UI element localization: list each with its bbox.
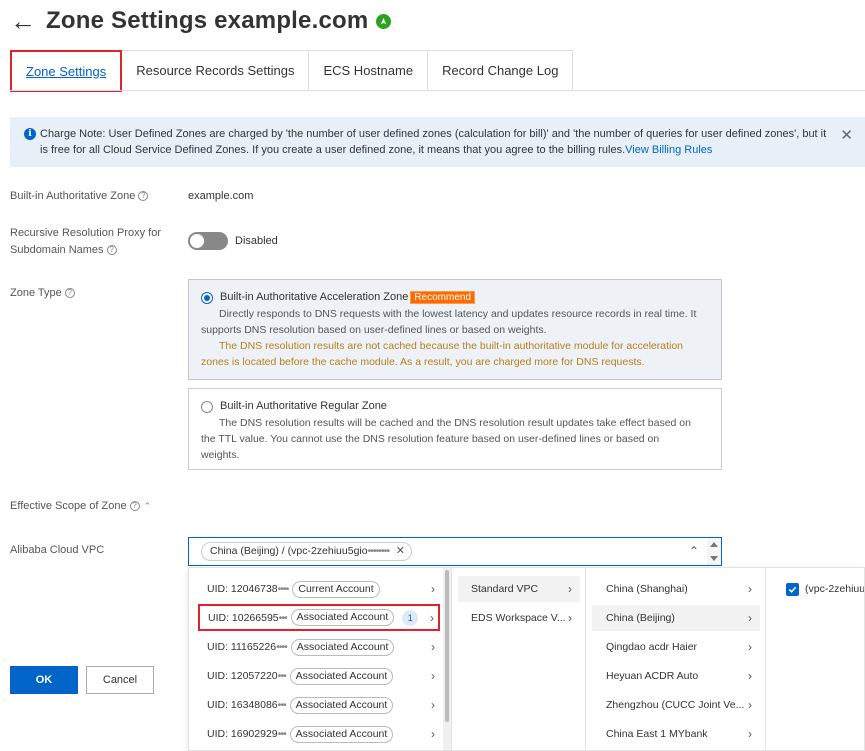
page-title: Zone Settings example.com (46, 7, 369, 34)
checkbox-checked[interactable] (786, 582, 799, 596)
page-header: ← Zone Settings example.com (10, 6, 392, 36)
chevron-right-icon: › (748, 727, 752, 741)
zone-type-option-acceleration[interactable]: Built-in Authoritative Acceleration Zone… (188, 279, 722, 380)
tab-bar: Zone Settings Resource Records Settings … (10, 50, 574, 92)
ok-button[interactable]: OK (10, 666, 78, 694)
charge-notice: i Charge Note: User Defined Zones are ch… (10, 117, 865, 167)
vpc-list-column: (vpc-2zehiuu (765, 568, 864, 750)
account-type-badge: Associated Account (289, 696, 394, 714)
chevron-right-icon: › (568, 582, 572, 596)
account-item[interactable]: UID: 16348086 ••• Associated Account › (207, 692, 443, 718)
scrollbar[interactable] (707, 538, 721, 565)
recommend-badge: Recommend (410, 291, 476, 304)
account-type-badge: Associated Account (290, 638, 395, 656)
chevron-right-icon: › (748, 611, 752, 625)
auth-zone-label: Built-in Authoritative Zone? (10, 188, 149, 205)
help-icon[interactable]: ? (106, 245, 117, 256)
vpc-type-item-selected[interactable]: Standard VPC › (458, 576, 580, 602)
account-type-badge: Current Account (292, 580, 380, 598)
option-title: Built-in Authoritative Acceleration Zone… (220, 291, 476, 304)
vpc-type-column: Standard VPC › EDS Workspace V... › (451, 568, 585, 750)
help-icon[interactable]: ? (129, 501, 140, 512)
chevron-right-icon: › (748, 698, 752, 712)
vpc-label: Alibaba Cloud VPC (10, 544, 105, 556)
chevron-right-icon: › (431, 727, 435, 741)
info-icon: i (24, 128, 36, 140)
view-billing-rules-link[interactable]: View Billing Rules (625, 144, 712, 156)
option-description: The DNS resolution results will be cache… (201, 417, 691, 461)
account-item[interactable]: UID: 12046738 •••• Current Account › (207, 576, 443, 602)
recursive-label: Recursive Resolution Proxy for Subdomain… (10, 227, 162, 256)
chevron-right-icon: › (430, 610, 434, 625)
chevron-right-icon: › (431, 640, 435, 654)
radio-button[interactable] (201, 401, 213, 413)
recursive-toggle-row: Disabled (188, 232, 278, 250)
region-item[interactable]: Qingdao acdr Haier › (592, 634, 760, 660)
chevron-right-icon: › (748, 669, 752, 683)
region-item-selected[interactable]: China (Beijing) › (592, 605, 760, 631)
close-icon[interactable]: ✕ (840, 126, 853, 144)
radio-button[interactable] (201, 292, 213, 304)
selected-count-badge: 1 (402, 609, 419, 626)
zone-type-option-regular[interactable]: Built-in Authoritative Regular Zone The … (188, 388, 722, 470)
vpc-item[interactable]: (vpc-2zehiuu (786, 576, 864, 602)
chevron-right-icon: › (748, 582, 752, 596)
account-item-selected[interactable]: UID: 10266595 ••• Associated Account 1 › (198, 604, 440, 631)
help-icon[interactable]: ? (138, 191, 149, 202)
tab-record-change-log[interactable]: Record Change Log (428, 50, 574, 91)
account-scrollbar[interactable] (443, 568, 451, 750)
zone-type-label: Zone Type? (10, 285, 75, 302)
chevron-right-icon: › (431, 669, 435, 683)
cascader-dropdown: UID: 12046738 •••• Current Account › UID: 1… (188, 567, 865, 751)
arrow-left-icon[interactable]: ← (10, 8, 38, 34)
region-item[interactable]: China (Shanghai) › (592, 576, 760, 602)
region-item[interactable]: Zhengzhou (CUCC Joint Ve... › (592, 692, 760, 718)
vpc-select[interactable]: China (Beijing) / (vpc-2zehiuu5gio••••••… (188, 537, 722, 566)
account-type-badge: Associated Account (290, 609, 395, 626)
region-column: China (Shanghai) › China (Beijing) › Qingd… (585, 568, 765, 750)
chevron-right-icon: › (431, 698, 435, 712)
tab-resource-records-settings[interactable]: Resource Records Settings (122, 50, 310, 91)
account-type-badge: Associated Account (289, 725, 394, 743)
chevron-right-icon: › (748, 640, 752, 654)
remove-tag-icon[interactable]: ✕ (396, 543, 405, 560)
account-column: UID: 12046738 •••• Current Account › UID: 1… (189, 568, 451, 750)
check-circle-icon (376, 13, 392, 29)
tab-zone-settings[interactable]: Zone Settings (10, 50, 123, 92)
account-type-badge: Associated Account (289, 667, 394, 685)
chevron-up-icon[interactable]: ⌃ (144, 501, 152, 511)
scope-label: Effective Scope of Zone? ⌃ (10, 500, 152, 512)
recursive-proxy-toggle[interactable] (188, 232, 228, 250)
tab-divider (10, 90, 865, 91)
toggle-state-label: Disabled (235, 235, 278, 247)
help-icon[interactable]: ? (64, 288, 75, 299)
account-item[interactable]: UID: 12057220 ••• Associated Account › (207, 663, 443, 689)
cancel-button[interactable]: Cancel (86, 666, 154, 694)
account-item[interactable]: UID: 11165226 •••• Associated Account › (207, 634, 443, 660)
chevron-right-icon: › (431, 582, 435, 596)
option-description: Directly responds to DNS requests with t… (201, 308, 697, 368)
auth-zone-value: example.com (188, 190, 254, 202)
region-item[interactable]: Heyuan ACDR Auto › (592, 663, 760, 689)
chevron-up-icon[interactable]: ⌃ (689, 544, 699, 558)
region-item[interactable]: China East 1 MYbank › (592, 721, 760, 747)
option-title: Built-in Authoritative Regular Zone (220, 400, 387, 412)
vpc-type-item[interactable]: EDS Workspace V... › (458, 605, 580, 631)
account-item[interactable]: UID: 16902929 ••• Associated Account › (207, 721, 443, 747)
tab-ecs-hostname[interactable]: ECS Hostname (309, 50, 429, 91)
selected-vpc-tag: China (Beijing) / (vpc-2zehiuu5gio••••••… (201, 542, 413, 561)
chevron-right-icon: › (568, 611, 572, 625)
